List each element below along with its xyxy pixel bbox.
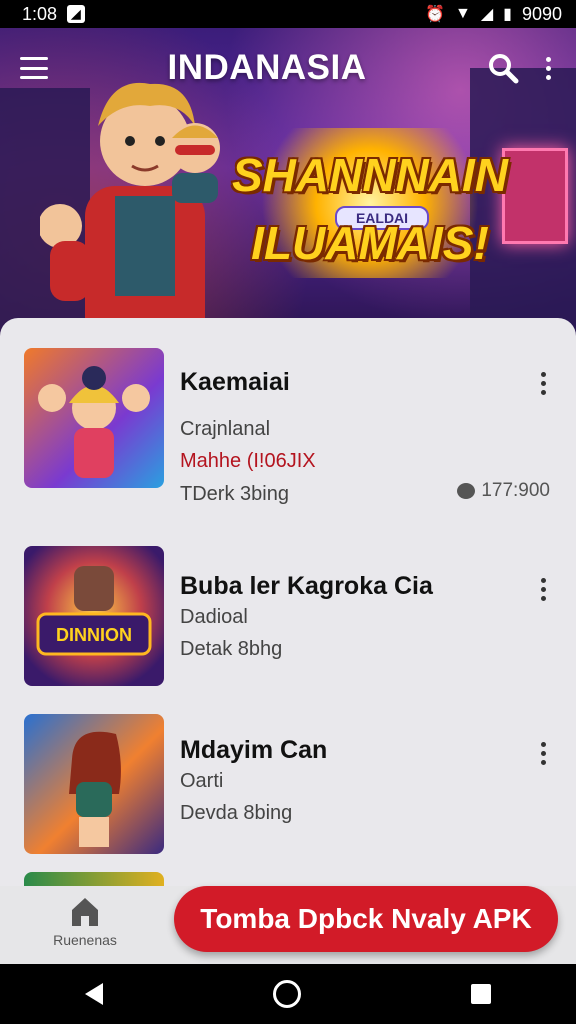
comment-icon (457, 483, 476, 499)
home-icon (72, 898, 98, 926)
game-thumbnail-art (38, 366, 150, 478)
list-item[interactable]: Kaemaiai Crajnlanal Mahhe (I!06JIX TDerk… (0, 338, 576, 508)
item-size: Detak 8bhg (180, 638, 283, 660)
sidekick-character-illustration (170, 123, 220, 203)
top-app-bar: INDANASIA (0, 28, 576, 108)
list-item[interactable]: Mdayim Can Oarti Devda 8bing (0, 696, 576, 866)
game-thumbnail-art (69, 731, 121, 847)
item-title: Mdayim Can (180, 736, 328, 764)
game-thumbnail-art: DINNION (36, 566, 152, 656)
game-thumbnail[interactable] (24, 714, 164, 854)
wifi-icon: ▼ (454, 5, 471, 22)
item-overflow-icon[interactable] (536, 372, 550, 395)
item-developer: Crajnlanal (180, 418, 271, 440)
home-tab[interactable]: Ruenenas (40, 894, 130, 958)
download-count: 177:900 (457, 480, 550, 502)
home-tab-label: Ruenenas (53, 932, 117, 948)
alarm-icon: ⏰ (425, 6, 445, 23)
bottom-bar: Ruenenas Tomba Dpbck Nvaly APK (0, 886, 576, 964)
game-logo: SHANNNAIN EALDAI ILUAMAIS! (225, 128, 515, 278)
hero-banner[interactable]: SHANNNAIN EALDAI ILUAMAIS! INDANASIA (0, 28, 576, 338)
status-bar: 1:08 ◢ ⏰ ▼ ◢ ▮ 9090 (0, 0, 576, 28)
game-thumbnail-partial[interactable] (24, 872, 164, 886)
battery-icon: ▮ (503, 6, 512, 23)
recent-apps-icon[interactable] (471, 984, 491, 1004)
overflow-menu-icon[interactable] (542, 56, 556, 80)
app-title: INDANASIA (167, 48, 367, 87)
hamburger-menu-icon[interactable] (20, 57, 48, 79)
signal-icon: ◢ (480, 6, 494, 23)
home-circle-icon[interactable] (273, 980, 301, 1008)
system-navigation-bar (0, 964, 576, 1024)
item-overflow-icon[interactable] (536, 742, 550, 765)
list-item[interactable]: DINNION Buba ler Kagroka Cia Dadioal Det… (0, 528, 576, 698)
logo-line-1: SHANNNAIN (232, 149, 508, 201)
download-apk-button[interactable]: Tomba Dpbck Nvaly APK (174, 886, 558, 952)
search-icon[interactable] (486, 51, 520, 85)
back-icon[interactable] (85, 983, 103, 1005)
item-developer: Dadioal (180, 606, 248, 628)
game-thumbnail[interactable]: DINNION (24, 546, 164, 686)
download-count-text: 177:900 (481, 480, 550, 501)
item-developer: Oarti (180, 770, 224, 792)
thumbnail-badge-text: DINNION (56, 625, 132, 645)
item-version: Mahhe (I!06JIX (180, 450, 316, 472)
item-size: Devda 8bing (180, 802, 293, 824)
game-list: Kaemaiai Crajnlanal Mahhe (I!06JIX TDerk… (0, 318, 576, 886)
logo-line-3: ILUAMAIS! (251, 217, 489, 269)
item-overflow-icon[interactable] (536, 578, 550, 601)
notification-app-icon: ◢ (67, 5, 86, 23)
battery-text: 9090 (521, 3, 562, 24)
item-size: TDerk 3bing (180, 483, 289, 505)
item-title: Buba ler Kagroka Cia (180, 572, 433, 600)
game-thumbnail[interactable] (24, 348, 164, 488)
item-title: Kaemaiai (180, 368, 290, 396)
status-time: 1:08 (22, 3, 58, 24)
